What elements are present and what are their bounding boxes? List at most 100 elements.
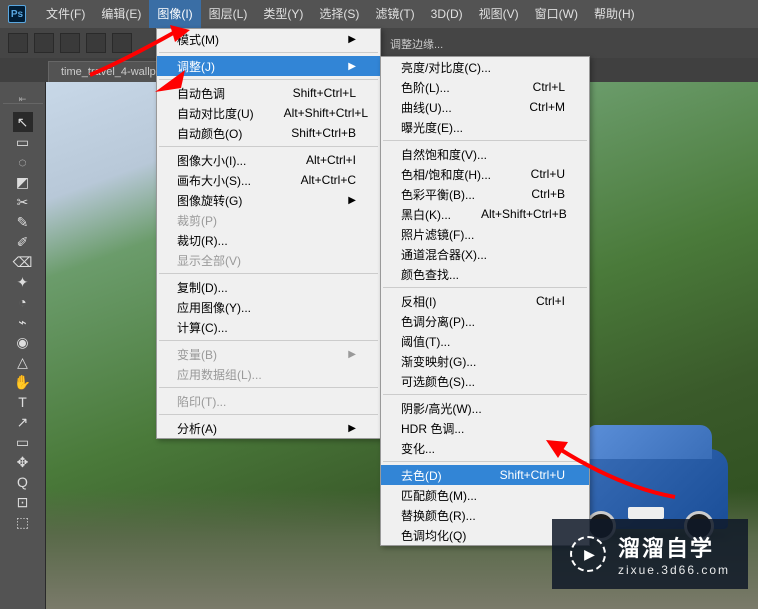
menu-item[interactable]: 色彩平衡(B)...Ctrl+B [381,184,589,204]
menubar-item[interactable]: 滤镜(T) [367,0,422,28]
tool-button[interactable]: ✂ [13,192,33,212]
menubar-item[interactable]: 图层(L) [201,0,256,28]
tool-button[interactable]: ↗ [13,412,33,432]
edge-refine-label[interactable]: 调整边缘... [390,36,443,52]
menu-item[interactable]: 曲线(U)...Ctrl+M [381,97,589,117]
menu-item-shortcut: Alt+Shift+Ctrl+B [481,207,567,221]
tool-button[interactable]: △ [13,352,33,372]
tool-button[interactable]: T [13,392,33,412]
menu-item[interactable]: 渐变映射(G)... [381,351,589,371]
menu-item-shortcut: Alt+Ctrl+I [306,153,356,167]
menu-item[interactable]: 颜色查找... [381,264,589,284]
menu-item[interactable]: 分析(A)▶ [157,418,380,438]
menu-item[interactable]: 自动色调Shift+Ctrl+L [157,83,380,103]
menu-item[interactable]: 色相/饱和度(H)...Ctrl+U [381,164,589,184]
option-icon-4[interactable] [112,33,132,53]
menubar: Ps 文件(F)编辑(E)图像(I)图层(L)类型(Y)选择(S)滤镜(T)3D… [0,0,758,28]
menu-item[interactable]: 裁切(R)... [157,230,380,250]
app-icon: Ps [8,5,26,23]
menu-item[interactable]: 通道混合器(X)... [381,244,589,264]
tool-button[interactable]: ✐ [13,232,33,252]
menu-separator [159,52,378,53]
menu-item[interactable]: 自然饱和度(V)... [381,144,589,164]
submenu-arrow-icon: ▶ [348,195,356,206]
menu-item-label: 通道混合器(X)... [401,246,487,263]
menu-item[interactable]: 模式(M)▶ [157,29,380,49]
menu-separator [159,340,378,341]
option-icon-1[interactable] [34,33,54,53]
menu-item[interactable]: 自动颜色(O)Shift+Ctrl+B [157,123,380,143]
menu-separator [159,79,378,80]
menubar-item[interactable]: 图像(I) [149,0,200,28]
menu-item[interactable]: 计算(C)... [157,317,380,337]
tool-button[interactable]: ⌫ [13,252,33,272]
menu-item[interactable]: 匹配颜色(M)... [381,485,589,505]
menu-item[interactable]: 照片滤镜(F)... [381,224,589,244]
menu-item[interactable]: 色阶(L)...Ctrl+L [381,77,589,97]
menu-item-label: HDR 色调... [401,420,464,437]
menu-item[interactable]: 变化... [381,438,589,458]
tool-button[interactable]: ✎ [13,212,33,232]
menu-item-label: 画布大小(S)... [177,172,251,189]
menu-item-label: 阴影/高光(W)... [401,400,482,417]
menu-item-label: 黑白(K)... [401,206,451,223]
menu-separator [159,146,378,147]
menu-item-label: 渐变映射(G)... [401,353,476,370]
menu-item[interactable]: 阴影/高光(W)... [381,398,589,418]
menu-item[interactable]: 黑白(K)... Alt+Shift+Ctrl+B [381,204,589,224]
menu-item[interactable]: 反相(I)Ctrl+I [381,291,589,311]
tool-button[interactable]: ◩ [13,172,33,192]
tool-preset-icon[interactable] [8,33,28,53]
tool-button[interactable]: ↖ [13,112,33,132]
menu-item-label: 裁剪(P) [177,212,217,229]
tool-button[interactable]: ✥ [13,452,33,472]
menubar-item[interactable]: 视图(V) [471,0,527,28]
menubar-item[interactable]: 选择(S) [311,0,367,28]
menu-item[interactable]: 色调分离(P)... [381,311,589,331]
menu-item-label: 色阶(L)... [401,79,450,96]
menubar-item[interactable]: 3D(D) [423,0,471,28]
menubar-item[interactable]: 类型(Y) [255,0,311,28]
menu-item-label: 复制(D)... [177,279,228,296]
tool-button[interactable]: ◔ [13,292,33,312]
option-icon-2[interactable] [60,33,80,53]
tool-button[interactable]: ◌ [13,152,33,172]
menu-item-label: 变量(B) [177,346,217,363]
menu-item[interactable]: 图像旋转(G)▶ [157,190,380,210]
tool-button[interactable]: ▭ [13,432,33,452]
menubar-item[interactable]: 帮助(H) [586,0,643,28]
menu-item[interactable]: 可选颜色(S)... [381,371,589,391]
car-graphic [568,449,728,529]
menu-item[interactable]: 自动对比度(U)Alt+Shift+Ctrl+L [157,103,380,123]
menu-item[interactable]: 调整(J)▶ [157,56,380,76]
menu-item[interactable]: 复制(D)... [157,277,380,297]
menubar-item[interactable]: 窗口(W) [527,0,586,28]
watermark: 溜溜自学 zixue.3d66.com [552,519,748,589]
option-icon-3[interactable] [86,33,106,53]
menu-item[interactable]: 去色(D)Shift+Ctrl+U [381,465,589,485]
menu-item[interactable]: 图像大小(I)... Alt+Ctrl+I [157,150,380,170]
tool-button[interactable]: ▭ [13,132,33,152]
tool-button[interactable]: ⌁ [13,312,33,332]
menu-item[interactable]: 曝光度(E)... [381,117,589,137]
menu-item[interactable]: 画布大小(S)...Alt+Ctrl+C [157,170,380,190]
menu-item[interactable]: HDR 色调... [381,418,589,438]
toolbox-collapse-icon[interactable] [3,94,43,104]
menu-item-label: 替换颜色(R)... [401,507,476,524]
tool-button[interactable]: ⊡ [13,492,33,512]
menu-item[interactable]: 亮度/对比度(C)... [381,57,589,77]
tool-button[interactable]: ✋ [13,372,33,392]
tool-button[interactable]: Q [13,472,33,492]
tool-button[interactable]: ◉ [13,332,33,352]
menu-item[interactable]: 应用图像(Y)... [157,297,380,317]
tool-button[interactable]: ✦ [13,272,33,292]
document-tab[interactable]: time_travel_4-wallp [48,61,169,82]
menu-separator [159,273,378,274]
menubar-item[interactable]: 编辑(E) [93,0,149,28]
menu-item-label: 可选颜色(S)... [401,373,475,390]
tool-button[interactable]: ⬚ [13,512,33,532]
menu-item[interactable]: 阈值(T)... [381,331,589,351]
menu-item-label: 图像大小(I)... [177,152,246,169]
menubar-item[interactable]: 文件(F) [38,0,93,28]
menu-item-label: 计算(C)... [177,319,228,336]
